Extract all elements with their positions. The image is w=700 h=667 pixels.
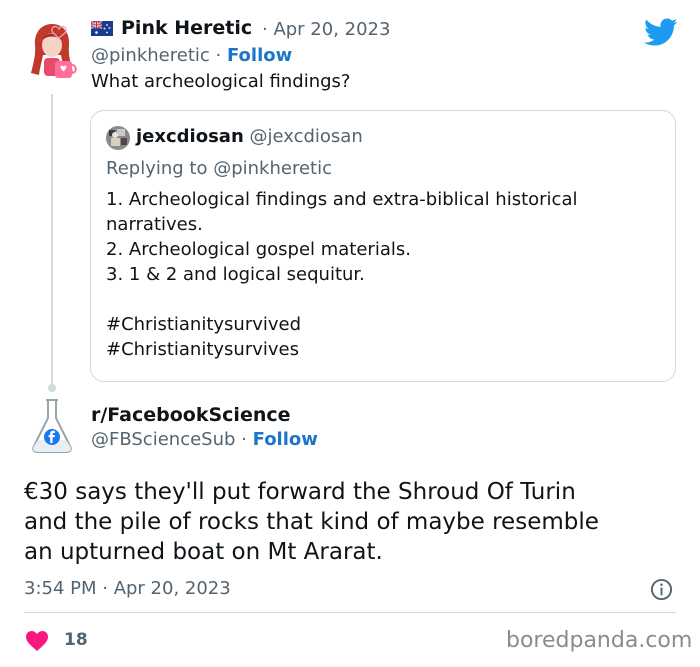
jexcdiosan-avatar[interactable] — [106, 126, 130, 150]
tweet2-handle-row: @FBScienceSub · Follow — [91, 429, 318, 450]
quoted-tweet-card[interactable]: jexcdiosan @jexcdiosan Replying to @pink… — [90, 110, 676, 382]
tweet2-follow-button[interactable]: Follow — [253, 429, 318, 450]
actions-divider — [24, 612, 676, 613]
tweet1-handle[interactable]: @pinkheretic — [91, 45, 210, 66]
quoted-handle[interactable]: @jexcdiosan — [250, 126, 363, 147]
tweet1-follow-button[interactable]: Follow — [227, 45, 292, 66]
heart-icon[interactable] — [25, 630, 49, 652]
tweet1-date[interactable]: · Apr 20, 2023 — [262, 19, 390, 40]
facebook-science-avatar[interactable] — [26, 398, 78, 454]
quoted-line: 2. Archeological gospel materials. — [106, 239, 411, 260]
tweet2-line: an upturned boat on Mt Ararat. — [24, 539, 383, 565]
quoted-hashtag[interactable]: #Christianitysurvived — [106, 312, 577, 337]
australia-flag-icon — [91, 21, 113, 36]
quoted-line: narratives. — [106, 214, 203, 235]
thread-dot — [48, 384, 56, 392]
tweet2-line: €30 says they'll put forward the Shroud … — [24, 479, 576, 505]
tweet2-handle[interactable]: @FBScienceSub — [91, 429, 235, 450]
pink-heretic-avatar[interactable] — [25, 21, 79, 85]
twitter-bird-icon[interactable] — [644, 18, 678, 47]
quoted-line: 1. Archeological findings and extra-bibl… — [106, 189, 578, 210]
replying-to-label: Replying to — [106, 158, 208, 179]
tweet2-line: and the pile of rocks that kind of maybe… — [24, 509, 599, 535]
like-count[interactable]: 18 — [64, 630, 88, 650]
tweet2-display-name[interactable]: r/FacebookScience — [91, 404, 291, 426]
quoted-display-name[interactable]: jexcdiosan — [136, 126, 244, 147]
replying-to-handle[interactable]: @pinkheretic — [213, 158, 332, 179]
quoted-hashtag[interactable]: #Christianitysurvives — [106, 337, 577, 362]
thread-line — [51, 94, 53, 390]
tweet2-timestamp[interactable]: 3:54 PM · Apr 20, 2023 — [24, 578, 231, 599]
quoted-blank-line — [106, 287, 577, 312]
tweet2-separator: · — [241, 429, 247, 450]
quoted-line: 3. 1 & 2 and logical sequitur. — [106, 264, 365, 285]
quoted-body: 1. Archeological findings and extra-bibl… — [106, 187, 577, 362]
tweet1-text: What archeological findings? — [91, 71, 351, 92]
tweet1-display-name[interactable]: Pink Heretic — [121, 17, 252, 39]
boredpanda-watermark: boredpanda.com — [506, 628, 693, 653]
quoted-header: jexcdiosan @jexcdiosan — [136, 126, 363, 147]
tweet1-separator: · — [215, 45, 222, 66]
info-icon[interactable] — [650, 578, 673, 601]
replying-to-row: Replying to @pinkheretic — [106, 158, 332, 179]
tweet1-handle-row: @pinkheretic · Follow — [91, 45, 292, 66]
tweet2-text: €30 says they'll put forward the Shroud … — [24, 477, 599, 567]
